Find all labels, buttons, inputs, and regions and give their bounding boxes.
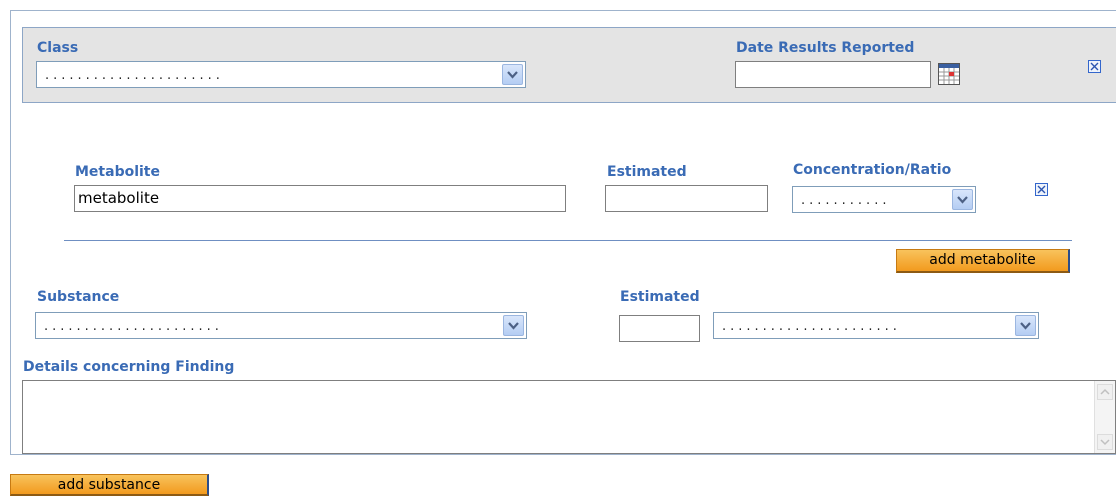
chevron-down-icon[interactable]: [1015, 315, 1036, 336]
metabolite-estimated-label: Estimated: [607, 164, 687, 180]
add-substance-button[interactable]: add substance: [10, 474, 209, 496]
date-results-input[interactable]: [735, 61, 931, 88]
metabolite-input[interactable]: metabolite: [74, 185, 566, 212]
substance-unit-value: ......................: [722, 319, 901, 334]
chevron-down-icon[interactable]: [503, 315, 524, 336]
remove-class-close-icon[interactable]: [1088, 60, 1101, 73]
chevron-down-icon[interactable]: [502, 64, 523, 85]
scroll-up-icon[interactable]: [1097, 384, 1113, 400]
substance-estimated-label: Estimated: [620, 289, 700, 305]
metabolite-divider: [64, 240, 1072, 241]
substance-estimated-input[interactable]: [619, 315, 700, 342]
concentration-ratio-value: ...........: [801, 193, 891, 208]
metabolite-label: Metabolite: [75, 164, 160, 180]
substance-unit-select[interactable]: ......................: [713, 312, 1039, 339]
class-select[interactable]: ......................: [36, 61, 526, 88]
substance-select[interactable]: ......................: [35, 312, 527, 339]
substance-select-value: ......................: [44, 319, 223, 334]
add-metabolite-button[interactable]: add metabolite: [896, 249, 1070, 273]
concentration-ratio-select[interactable]: ...........: [792, 186, 976, 213]
details-textarea[interactable]: [22, 380, 1116, 454]
concentration-ratio-label: Concentration/Ratio: [793, 162, 952, 178]
class-select-value: ......................: [45, 68, 224, 83]
remove-metabolite-close-icon[interactable]: [1035, 183, 1048, 196]
substance-label: Substance: [37, 289, 120, 305]
details-scrollbar[interactable]: [1094, 381, 1115, 453]
chevron-down-icon[interactable]: [952, 189, 973, 210]
details-label: Details concerning Finding: [23, 359, 235, 375]
class-label: Class: [37, 40, 79, 56]
scroll-down-icon[interactable]: [1097, 434, 1113, 450]
calendar-icon[interactable]: [938, 63, 960, 85]
date-results-label: Date Results Reported: [736, 40, 915, 56]
metabolite-estimated-input[interactable]: [605, 185, 768, 212]
